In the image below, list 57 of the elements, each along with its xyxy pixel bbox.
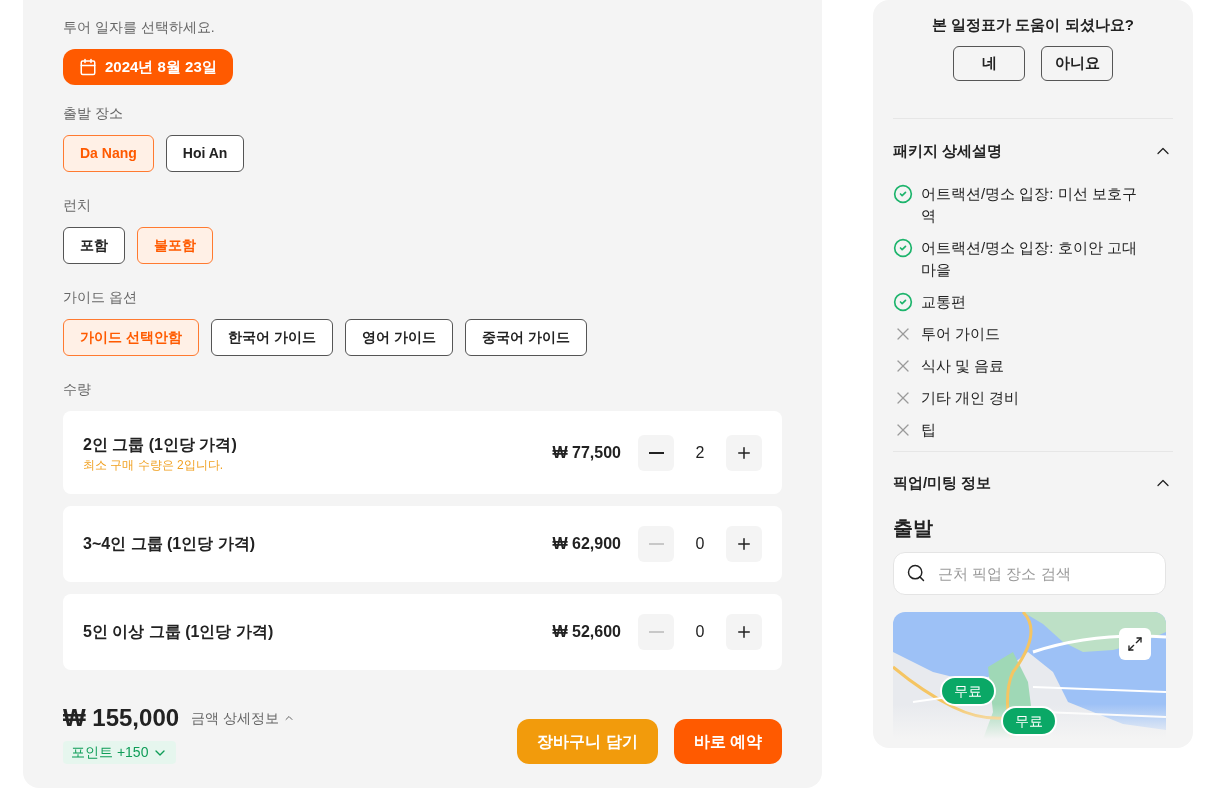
book-now-button[interactable]: 바로 예약 [673, 719, 782, 764]
price: ₩ 62,900 [552, 534, 621, 554]
pickup-section-header[interactable]: 픽업/미팅 정보 [893, 471, 1173, 495]
increase-button[interactable] [726, 526, 762, 562]
search-icon [906, 563, 926, 583]
price: ₩ 77,500 [552, 442, 621, 463]
section-label: 가이드 옵션 [63, 288, 138, 307]
group-name: 2인 그룹 (1인당 가격) [83, 434, 238, 455]
calendar-icon [79, 58, 97, 76]
feedback-button[interactable]: 아니요 [1041, 46, 1113, 81]
plus-icon [735, 623, 753, 641]
expand-button[interactable] [1119, 628, 1151, 660]
option-button[interactable]: 불포함 [137, 227, 213, 264]
increase-button[interactable] [726, 614, 762, 650]
section-label: 수량 [63, 380, 92, 399]
section-label: 투어 일자를 선택하세요. [63, 18, 216, 37]
minimum-note: 최소 구매 수량은 2입니다. [83, 456, 224, 473]
total-price: ₩ 155,000 [63, 703, 180, 733]
option-button[interactable]: 영어 가이드 [344, 319, 453, 356]
map-marker[interactable]: 무료 [940, 676, 996, 706]
quantity-value: 0 [694, 534, 706, 554]
option-button[interactable]: 가이드 선택안함 [63, 319, 199, 356]
quantity-value: 2 [694, 442, 706, 463]
package-item-text: 교통편 [921, 292, 967, 312]
expand-icon [1127, 636, 1143, 652]
plus-icon [735, 535, 753, 553]
option-button[interactable]: Hoi An [165, 135, 245, 172]
points-badge[interactable]: 포인트 +150 [63, 741, 177, 764]
option-button[interactable]: Da Nang [63, 135, 154, 172]
section-label: 출발 장소 [63, 104, 124, 123]
group-name: 3~4인 그룹 (1인당 가격) [83, 534, 257, 554]
map-marker[interactable]: 무료 [1001, 706, 1057, 736]
feedback-button[interactable]: 네 [953, 46, 1025, 81]
package-item-text: 기타 개인 경비 [921, 388, 1021, 408]
decrease-button[interactable] [638, 434, 674, 471]
quantity-value: 0 [694, 622, 706, 642]
pickup-search-field[interactable]: 근처 픽업 장소 검색 [893, 552, 1166, 595]
package-section-header[interactable]: 패키지 상세설명 [893, 139, 1173, 163]
section-label: 런치 [63, 196, 92, 215]
price: ₩ 52,600 [552, 622, 621, 642]
package-item-text: 어트랙션/명소 입장: 호이안 고대마을 [921, 238, 1138, 280]
minus-icon [648, 631, 664, 633]
departure-heading: 출발 [893, 516, 934, 541]
feedback-question: 본 일정표가 도움이 되셨나요? [931, 15, 1135, 35]
package-item-text: 투어 가이드 [921, 324, 1002, 344]
option-button[interactable]: 중국어 가이드 [464, 319, 587, 356]
group-name: 5인 이상 그룹 (1인당 가격) [83, 622, 275, 642]
package-item-text: 식사 및 음료 [921, 356, 1006, 376]
option-button[interactable]: 한국어 가이드 [210, 319, 333, 356]
minus-icon [648, 451, 664, 454]
package-item-text: 어트랙션/명소 입장: 미선 보호구역 [921, 184, 1138, 226]
minus-icon [648, 543, 664, 545]
option-button[interactable]: 포함 [63, 227, 125, 264]
date-button[interactable]: 2024년 8월 23일 [63, 49, 233, 85]
package-item-text: 팁 [921, 420, 937, 440]
price-details-link[interactable]: 금액 상세정보 [191, 707, 295, 729]
increase-button[interactable] [726, 434, 762, 471]
